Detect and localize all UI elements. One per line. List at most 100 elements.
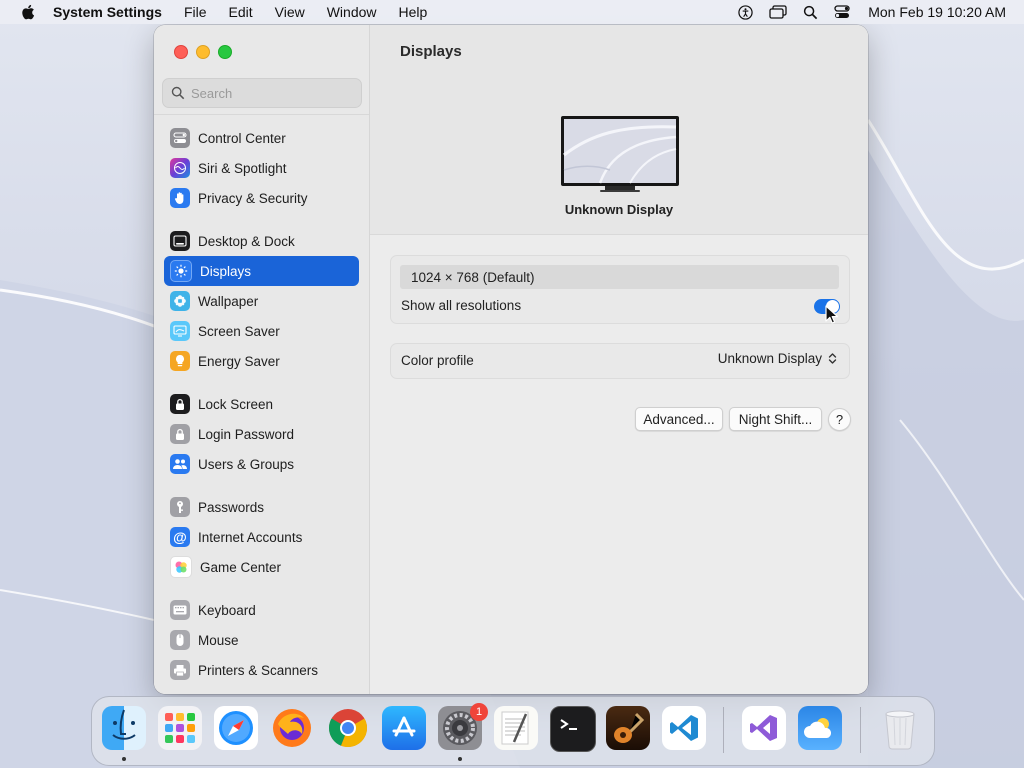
color-profile-value: Unknown Display: [717, 351, 822, 366]
sidebar-item-login-password[interactable]: Login Password: [164, 419, 359, 449]
sidebar-item-label: Users & Groups: [198, 456, 295, 472]
sidebar-item-lock-screen[interactable]: Lock Screen: [164, 389, 359, 419]
night-shift-button[interactable]: Night Shift...: [729, 407, 822, 431]
siri-icon: [170, 158, 190, 178]
sidebar-item-label: Internet Accounts: [198, 529, 303, 545]
lock-icon: [170, 394, 190, 414]
sidebar-item-label: Privacy & Security: [198, 190, 308, 206]
help-button[interactable]: ?: [828, 408, 851, 431]
control-center-icon[interactable]: [834, 5, 850, 19]
page-title: Displays: [400, 43, 462, 60]
menu-bar-clock[interactable]: Mon Feb 19 10:20 AM: [868, 4, 1006, 20]
resolution-label: 1024 × 768 (Default): [411, 269, 535, 285]
sidebar-item-energy-saver[interactable]: Energy Saver: [164, 346, 359, 376]
sidebar-item-label: Siri & Spotlight: [198, 160, 287, 176]
hand-icon: [170, 188, 190, 208]
sidebar-item-label: Displays: [200, 263, 252, 279]
sidebar-item-game-center[interactable]: Game Center: [164, 552, 359, 582]
sidebar-item-label: Login Password: [198, 426, 295, 442]
sidebar-item-displays[interactable]: Displays: [164, 256, 359, 286]
notification-badge: 1: [470, 703, 488, 721]
menu-file[interactable]: File: [184, 4, 207, 20]
color-profile-label: Color profile: [401, 353, 474, 368]
sidebar-item-label: Lock Screen: [198, 396, 274, 412]
printer-icon: [170, 660, 190, 680]
window-switcher-icon[interactable]: [769, 5, 787, 19]
running-indicator: [122, 757, 126, 761]
sidebar-item-control-center[interactable]: Control Center: [164, 123, 359, 153]
resolution-option[interactable]: 1024 × 768 (Default): [400, 265, 839, 289]
lightbulb-icon: [170, 351, 190, 371]
display-arrangement-area: Displays Unknown Display: [370, 25, 868, 235]
brightness-icon: [170, 260, 192, 282]
spotlight-search-icon[interactable]: [803, 5, 818, 20]
sidebar-item-label: Keyboard: [198, 602, 256, 618]
garageband-icon[interactable]: [606, 706, 650, 750]
sidebar-list: Control Center Siri & Spotlight Privacy …: [154, 25, 369, 694]
dock-icon: [170, 231, 190, 251]
sidebar-item-label: Game Center: [200, 559, 282, 575]
sidebar-item-passwords[interactable]: Passwords: [164, 492, 359, 522]
sidebar-item-label: Screen Saver: [198, 323, 280, 339]
sidebar: Control Center Siri & Spotlight Privacy …: [154, 25, 370, 694]
trash-icon[interactable]: [878, 706, 922, 750]
running-indicator: [458, 757, 462, 761]
chrome-icon[interactable]: [326, 706, 370, 750]
textedit-icon[interactable]: [494, 706, 538, 750]
control-center-icon: [170, 128, 190, 148]
sidebar-item-mouse[interactable]: Mouse: [164, 625, 359, 655]
menu-bar: System Settings File Edit View Window He…: [0, 0, 1024, 24]
display-name-label: Unknown Display: [564, 202, 674, 217]
sidebar-item-internet-accounts[interactable]: @ Internet Accounts: [164, 522, 359, 552]
advanced-button[interactable]: Advanced...: [635, 407, 723, 431]
chevron-updown-icon: [828, 352, 837, 365]
dock-separator: [860, 707, 861, 753]
system-settings-window: Control Center Siri & Spotlight Privacy …: [154, 25, 868, 694]
screen-saver-icon: [170, 321, 190, 341]
menu-edit[interactable]: Edit: [229, 4, 253, 20]
users-icon: [170, 454, 190, 474]
menu-window[interactable]: Window: [327, 4, 377, 20]
firefox-icon[interactable]: [270, 706, 314, 750]
sidebar-item-label: Energy Saver: [198, 353, 280, 369]
launchpad-icon[interactable]: [158, 706, 202, 750]
terminal-icon[interactable]: [550, 706, 596, 752]
displays-pane: Displays Unknown Display 1024 × 768 (Def…: [370, 25, 868, 694]
sidebar-item-label: Printers & Scanners: [198, 662, 319, 678]
color-profile-group: Color profile Unknown Display: [390, 343, 850, 379]
display-preview-icon[interactable]: [560, 115, 680, 192]
at-icon: @: [170, 527, 190, 547]
apple-menu-icon[interactable]: [18, 4, 38, 20]
app-store-icon[interactable]: [382, 706, 426, 750]
sidebar-item-screen-saver[interactable]: Screen Saver: [164, 316, 359, 346]
sidebar-item-wallpaper[interactable]: Wallpaper: [164, 286, 359, 316]
show-all-resolutions-label: Show all resolutions: [401, 298, 522, 313]
dock-separator: [723, 707, 724, 753]
sidebar-item-siri-spotlight[interactable]: Siri & Spotlight: [164, 153, 359, 183]
color-profile-popup[interactable]: Unknown Display: [718, 351, 837, 366]
menu-app-name[interactable]: System Settings: [53, 4, 162, 20]
game-center-icon: [170, 556, 192, 578]
weather-icon[interactable]: [798, 706, 842, 750]
menu-view[interactable]: View: [275, 4, 305, 20]
sidebar-item-label: Mouse: [198, 632, 239, 648]
safari-icon[interactable]: [214, 706, 258, 750]
mouse-pointer-icon: [825, 305, 839, 330]
sidebar-item-desktop-dock[interactable]: Desktop & Dock: [164, 226, 359, 256]
accessibility-icon[interactable]: [738, 4, 753, 20]
sidebar-item-label: Passwords: [198, 499, 265, 515]
sidebar-item-printers-scanners[interactable]: Printers & Scanners: [164, 655, 359, 685]
key-icon: [170, 497, 190, 517]
sidebar-item-keyboard[interactable]: Keyboard: [164, 595, 359, 625]
visual-studio-icon[interactable]: [742, 706, 786, 750]
finder-icon[interactable]: [102, 706, 146, 750]
sidebar-item-label: Desktop & Dock: [198, 233, 295, 249]
sidebar-item-privacy-security[interactable]: Privacy & Security: [164, 183, 359, 213]
resolution-group: 1024 × 768 (Default) Show all resolution…: [390, 255, 850, 324]
sidebar-item-users-groups[interactable]: Users & Groups: [164, 449, 359, 479]
vscode-icon[interactable]: [662, 706, 706, 750]
sidebar-item-label: Control Center: [198, 130, 286, 146]
lock-icon: [170, 424, 190, 444]
menu-help[interactable]: Help: [399, 4, 428, 20]
wallpaper-icon: [170, 291, 190, 311]
